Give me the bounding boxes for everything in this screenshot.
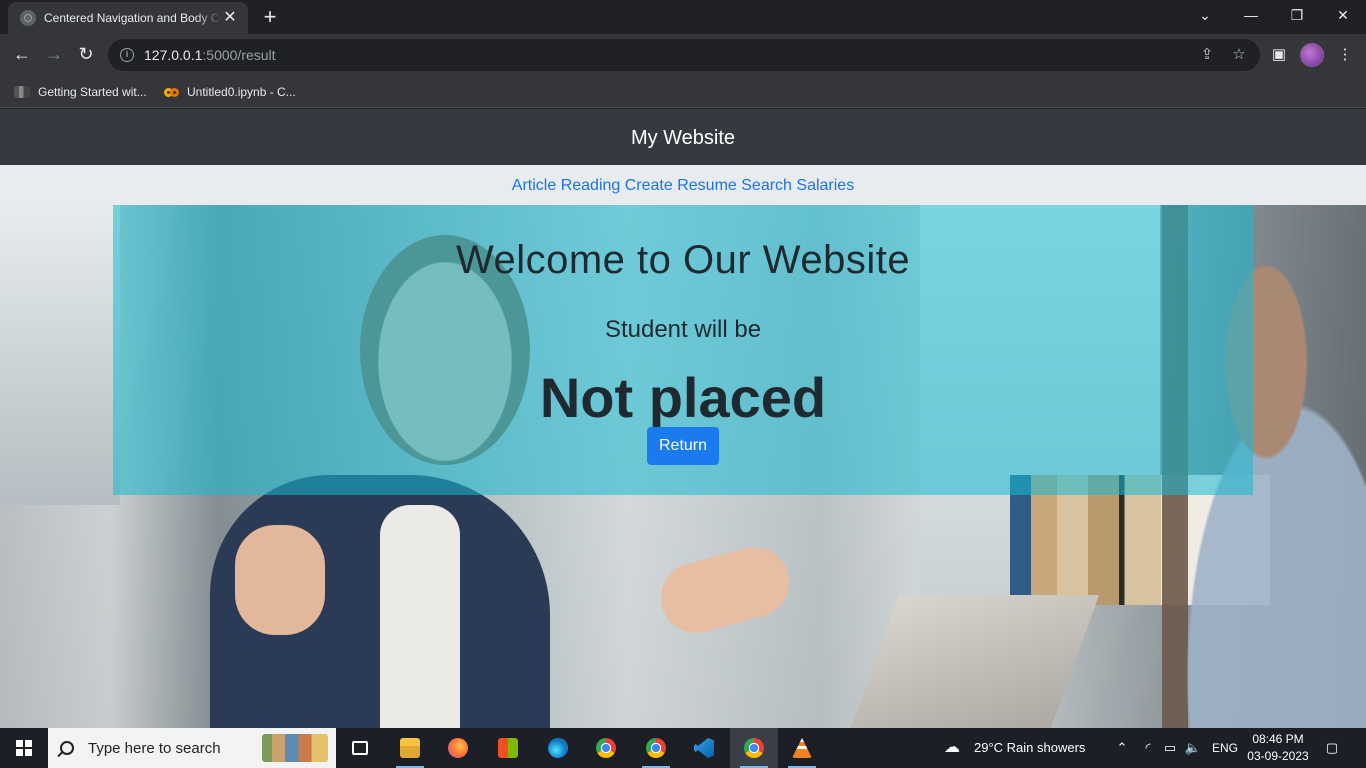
search-placeholder: Type here to search — [88, 739, 221, 757]
vscode-icon — [694, 738, 714, 758]
address-bar[interactable]: i 127.0.0.1:5000/result ⇪ ☆ — [108, 39, 1260, 71]
bookmark-label: Untitled0.ipynb - C... — [187, 85, 296, 99]
page-viewport: My Website Article Reading Create Resume… — [0, 109, 1366, 728]
volume-muted-icon[interactable]: 🔈 — [1183, 738, 1203, 758]
clock[interactable]: 08:46 PM 03-09-2023 — [1243, 731, 1313, 765]
photo-hand — [653, 539, 797, 641]
close-window-icon[interactable]: ✕ — [1320, 0, 1366, 30]
nav-link-create-resume[interactable]: Create Resume — [625, 177, 737, 194]
reload-icon[interactable]: ↻ — [72, 40, 100, 68]
tab-search-chevron-icon[interactable]: ⌄ — [1182, 0, 1228, 30]
start-button[interactable] — [0, 728, 48, 768]
browser-tab[interactable]: Centered Navigation and Body Content ✕ — [8, 2, 248, 34]
back-arrow-icon[interactable]: ← — [8, 40, 36, 68]
weather-text[interactable]: 29°C Rain showers — [974, 728, 1085, 768]
clock-date: 03-09-2023 — [1247, 749, 1309, 763]
site-title: My Website — [0, 109, 1366, 165]
nav-link-search-salaries[interactable]: Search Salaries — [741, 177, 854, 194]
taskbar-search[interactable]: Type here to search — [48, 728, 336, 768]
welcome-heading: Welcome to Our Website — [455, 238, 911, 282]
weather-cloud-icon[interactable]: ☁ — [942, 738, 962, 758]
photo-window — [0, 205, 120, 505]
language-indicator[interactable]: ENG — [1212, 728, 1238, 768]
bookmark-favicon-icon — [14, 86, 30, 98]
taskbar-firefox[interactable] — [434, 728, 482, 768]
edge-icon — [548, 738, 568, 758]
prediction-result: Not placed — [539, 366, 827, 429]
student-line: Student will be — [604, 316, 762, 343]
photo-laptop — [840, 595, 1100, 728]
share-icon[interactable]: ⇪ — [1198, 46, 1216, 64]
globe-icon — [20, 10, 36, 26]
url-text[interactable]: 127.0.0.1:5000/result — [144, 47, 276, 63]
url-path: :5000/result — [202, 47, 276, 63]
store-icon — [498, 738, 518, 758]
url-host: 127.0.0.1 — [144, 47, 203, 63]
folder-icon — [400, 738, 420, 758]
bookmarks-bar: Getting Started wit... Untitled0.ipynb -… — [0, 76, 1366, 108]
taskbar-chrome[interactable] — [582, 728, 630, 768]
taskbar-vlc[interactable] — [778, 728, 826, 768]
windows-taskbar: Type here to search ☁ 29°C Rain showers … — [0, 728, 1366, 768]
new-tab-button[interactable]: + — [256, 4, 284, 32]
chrome-icon — [646, 738, 666, 758]
tab-title: Centered Navigation and Body Content — [44, 11, 222, 25]
task-view-button[interactable] — [336, 728, 384, 768]
network-icon[interactable]: ◜ — [1138, 738, 1158, 758]
task-view-icon — [352, 741, 368, 755]
chrome-icon — [596, 738, 616, 758]
hero-background-image: Welcome to Our Website Student will be N… — [0, 205, 1366, 728]
profile-avatar[interactable] — [1300, 43, 1324, 67]
clock-time: 08:46 PM — [1252, 732, 1304, 746]
return-button[interactable]: Return — [647, 427, 719, 465]
taskbar-vscode[interactable] — [680, 728, 728, 768]
taskbar-file-explorer[interactable] — [386, 728, 434, 768]
notifications-icon[interactable]: ▢ — [1322, 738, 1342, 758]
forward-arrow-icon[interactable]: → — [40, 40, 68, 68]
search-icon — [60, 741, 74, 755]
bookmark-item[interactable]: Getting Started wit... — [14, 82, 147, 102]
photo-hand — [235, 525, 325, 635]
tab-strip: Centered Navigation and Body Content ✕ +… — [0, 0, 1366, 34]
taskbar-edge[interactable] — [534, 728, 582, 768]
bookmark-item[interactable]: Untitled0.ipynb - C... — [164, 82, 296, 102]
colab-icon-ring — [170, 87, 179, 97]
nav-link-article-reading[interactable]: Article Reading — [512, 177, 621, 194]
taskbar-chrome-active[interactable] — [730, 728, 778, 768]
taskbar-store[interactable] — [484, 728, 532, 768]
chrome-icon — [744, 738, 764, 758]
restore-icon[interactable]: ❐ — [1274, 0, 1320, 30]
info-icon[interactable]: i — [120, 48, 134, 62]
star-icon[interactable]: ☆ — [1230, 46, 1248, 64]
site-nav: Article Reading Create Resume Search Sal… — [0, 165, 1366, 205]
minimize-icon[interactable]: — — [1228, 0, 1274, 30]
firefox-icon — [448, 738, 468, 758]
menu-kebab-icon[interactable]: ⋮ — [1334, 44, 1356, 66]
search-highlight-art — [262, 734, 328, 762]
battery-icon[interactable]: ▭ — [1160, 738, 1180, 758]
vlc-cone-icon — [792, 738, 812, 758]
result-panel: Welcome to Our Website Student will be N… — [113, 205, 1253, 495]
windows-logo-icon — [16, 740, 32, 756]
taskbar-chrome-profile[interactable] — [632, 728, 680, 768]
bookmark-label: Getting Started wit... — [38, 85, 147, 99]
tab-close-icon[interactable]: ✕ — [222, 10, 238, 26]
chevron-up-icon[interactable]: ⌃ — [1112, 738, 1132, 758]
photo-woman-shirt — [380, 505, 460, 728]
browser-toolbar: ← → ↻ i 127.0.0.1:5000/result ⇪ ☆ ▣ ⋮ — [0, 34, 1366, 76]
side-panel-icon[interactable]: ▣ — [1268, 44, 1290, 66]
